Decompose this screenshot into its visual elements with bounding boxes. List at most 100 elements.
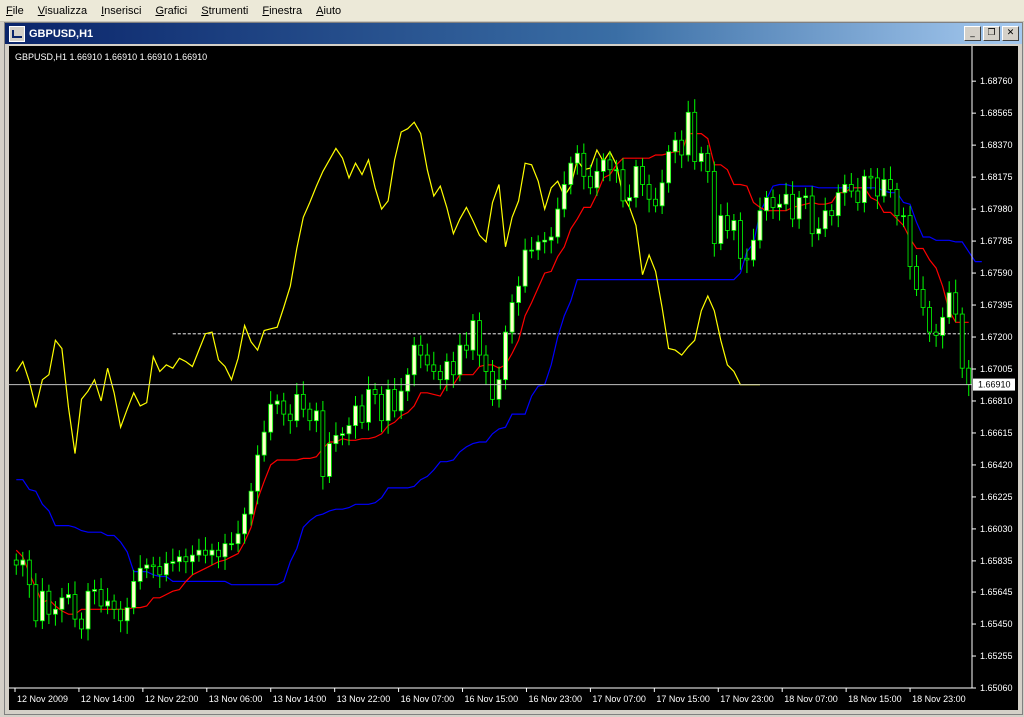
candle-body bbox=[574, 152, 580, 164]
candle-body bbox=[738, 220, 743, 259]
candle-body bbox=[196, 549, 202, 556]
candle-body bbox=[13, 559, 19, 566]
candle-body bbox=[46, 590, 52, 615]
candle-body bbox=[85, 590, 91, 630]
chart-window-icon bbox=[9, 25, 25, 42]
time-tick-label: 13 Nov 14:00 bbox=[273, 694, 327, 704]
menu-item-aiuto[interactable]: Aiuto bbox=[310, 5, 349, 17]
price-tick-label: 1.67590 bbox=[980, 268, 1013, 278]
candle-body bbox=[953, 292, 959, 315]
price-tick-label: 1.65835 bbox=[980, 556, 1013, 566]
candle-body bbox=[431, 364, 437, 372]
candle-body bbox=[561, 184, 567, 210]
chart-titlebar[interactable]: GBPUSD,H1 _ ❐ ✕ bbox=[5, 23, 1022, 44]
candle-body bbox=[803, 195, 809, 199]
candlestick-chart[interactable]: 1.68760 1.68565 1.68370 1.68175 1.67980 1.677… bbox=[9, 46, 1018, 710]
candle-body bbox=[542, 239, 548, 243]
candle-body bbox=[496, 379, 502, 400]
time-tick-label: 17 Nov 23:00 bbox=[720, 694, 774, 704]
candle-body bbox=[477, 320, 482, 356]
candle-body bbox=[274, 400, 280, 405]
minimize-button[interactable]: _ bbox=[964, 26, 981, 41]
candle-body bbox=[777, 203, 782, 208]
candle-body bbox=[861, 175, 867, 203]
candle-body bbox=[764, 197, 769, 212]
candle-body bbox=[568, 162, 574, 185]
candle-body bbox=[503, 331, 508, 381]
candle-body bbox=[176, 556, 182, 563]
candle-body bbox=[222, 543, 228, 558]
candle-body bbox=[581, 152, 587, 177]
price-tick-label: 1.67200 bbox=[980, 332, 1013, 342]
candle-body bbox=[163, 562, 169, 576]
candle-body bbox=[946, 292, 952, 318]
menu-bar: File Visualizza Inserisci Grafici Strumenti F… bbox=[0, 0, 1024, 22]
price-tick-label: 1.66810 bbox=[980, 396, 1013, 406]
price-tick-label: 1.66420 bbox=[980, 460, 1013, 470]
candle-body bbox=[216, 549, 221, 558]
time-tick-label: 12 Nov 2009 bbox=[17, 694, 68, 704]
candle-body bbox=[711, 170, 717, 244]
candle-body bbox=[894, 189, 900, 217]
candle-body bbox=[170, 561, 176, 564]
candle-body bbox=[353, 405, 358, 426]
candle-body bbox=[927, 307, 932, 333]
symbol-ohlc-label: GBPUSD,H1 1.66910 1.66910 1.66910 1.6691… bbox=[15, 52, 207, 62]
candle-body bbox=[418, 344, 424, 356]
menu-item-visualizza[interactable]: Visualizza bbox=[32, 5, 95, 17]
candle-body bbox=[366, 389, 371, 423]
candle-body bbox=[300, 394, 306, 410]
price-tick-label: 1.66030 bbox=[980, 524, 1013, 534]
time-tick-label: 16 Nov 23:00 bbox=[528, 694, 582, 704]
candle-body bbox=[587, 175, 593, 189]
chart-area[interactable]: 1.68760 1.68565 1.68370 1.68175 1.67980 1.677… bbox=[9, 46, 1018, 710]
candle-body bbox=[39, 590, 45, 622]
candle-body bbox=[307, 408, 313, 422]
candle-body bbox=[855, 190, 861, 203]
candle-body bbox=[33, 584, 39, 622]
candle-body bbox=[183, 556, 189, 563]
candle-body bbox=[209, 549, 215, 556]
candle-body bbox=[392, 389, 398, 412]
candle-body bbox=[66, 594, 71, 599]
price-tick-label: 1.65645 bbox=[980, 587, 1013, 597]
candle-body bbox=[835, 192, 841, 217]
menu-item-finestra[interactable]: Finestra bbox=[256, 5, 310, 17]
candle-body bbox=[594, 170, 600, 189]
candle-body bbox=[816, 228, 822, 235]
time-tick-label: 17 Nov 15:00 bbox=[656, 694, 710, 704]
candle-body bbox=[346, 425, 352, 435]
time-tick-label: 18 Nov 23:00 bbox=[912, 694, 966, 704]
price-tick-label: 1.65060 bbox=[980, 683, 1013, 693]
restore-button[interactable]: ❐ bbox=[983, 26, 1000, 41]
menu-item-file[interactable]: File bbox=[0, 5, 32, 17]
candle-body bbox=[372, 389, 378, 395]
candle-body bbox=[529, 249, 535, 252]
candle-body bbox=[848, 184, 854, 192]
candle-body bbox=[92, 589, 97, 592]
window-controls: _ ❐ ✕ bbox=[964, 26, 1019, 41]
time-tick-label: 16 Nov 15:00 bbox=[465, 694, 519, 704]
candle-body bbox=[118, 608, 124, 622]
candle-body bbox=[718, 215, 724, 244]
candle-body bbox=[464, 344, 469, 351]
candle-body bbox=[809, 195, 815, 235]
menu-item-inserisci[interactable]: Inserisci bbox=[95, 5, 149, 17]
price-tick-label: 1.67785 bbox=[980, 236, 1013, 246]
chart-window-title: GBPUSD,H1 bbox=[29, 27, 94, 40]
candle-body bbox=[966, 367, 972, 385]
candle-body bbox=[829, 210, 835, 217]
candle-body bbox=[190, 554, 195, 563]
candle-body bbox=[744, 257, 750, 261]
menu-item-grafici[interactable]: Grafici bbox=[149, 5, 195, 17]
candle-body bbox=[261, 431, 267, 456]
candle-body bbox=[379, 394, 384, 422]
candle-body bbox=[340, 433, 345, 436]
candle-body bbox=[751, 239, 756, 261]
menu-item-strumenti[interactable]: Strumenti bbox=[195, 5, 256, 17]
price-tick-label: 1.66615 bbox=[980, 428, 1013, 438]
close-button[interactable]: ✕ bbox=[1002, 26, 1019, 41]
chart-window: GBPUSD,H1 _ ❐ ✕ 1.68760 1.68565 1.68370 1.6… bbox=[4, 22, 1023, 715]
candle-body bbox=[920, 289, 926, 308]
candle-body bbox=[548, 236, 554, 241]
